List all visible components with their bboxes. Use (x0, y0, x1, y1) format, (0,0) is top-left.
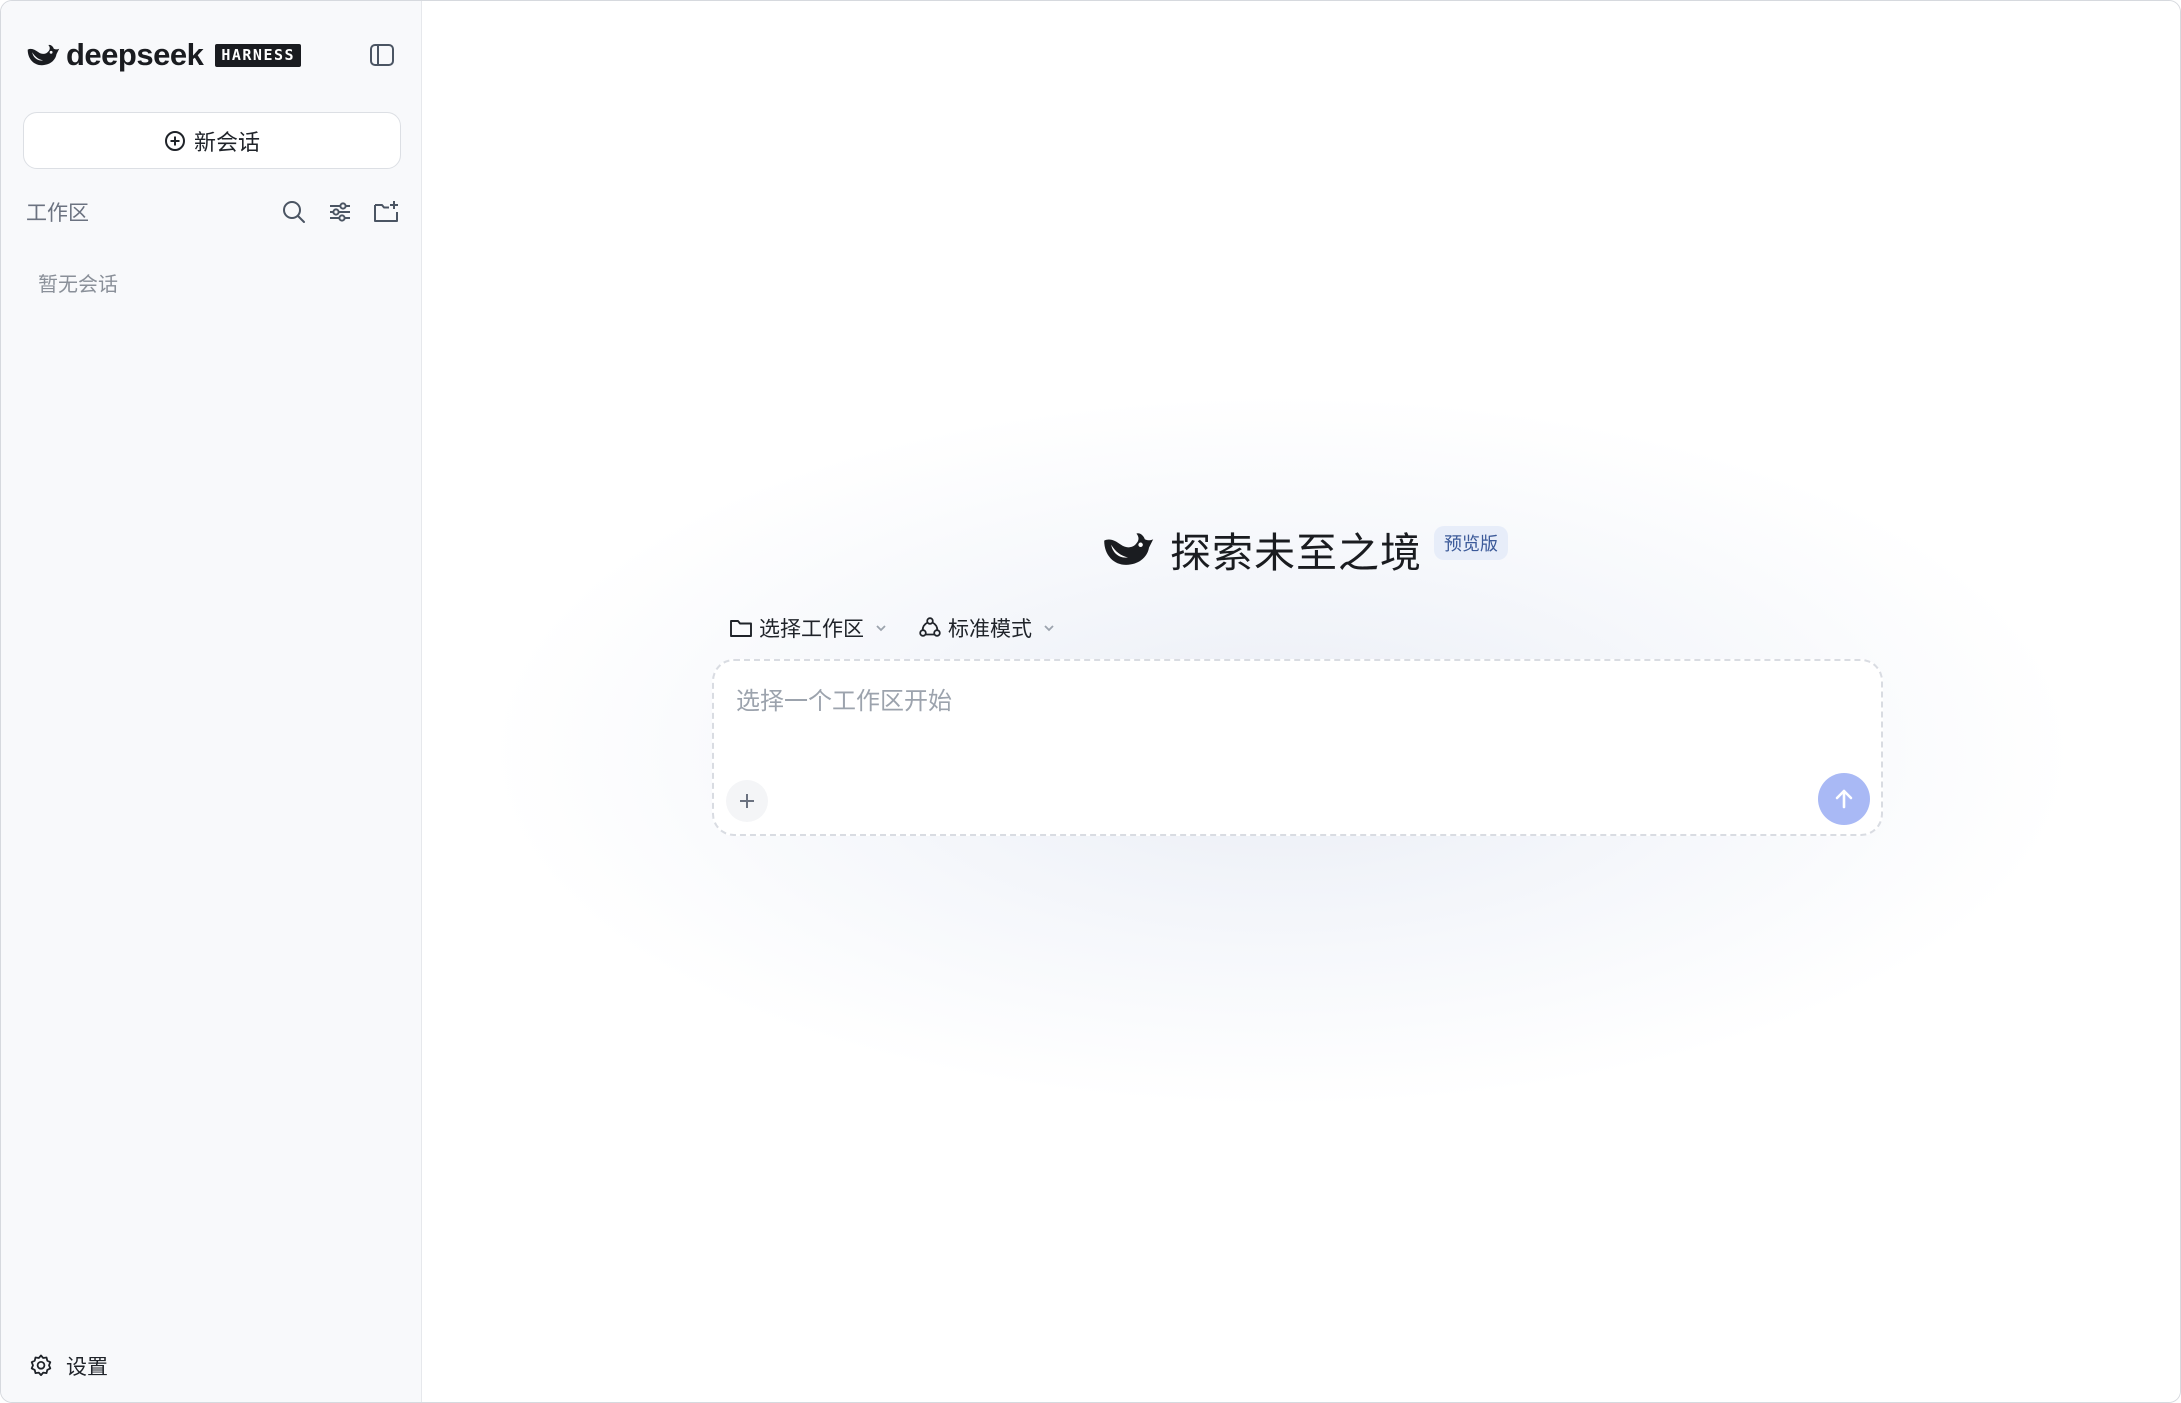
new-folder-icon (374, 201, 398, 222)
mode-select[interactable]: 标准模式 (918, 613, 1056, 643)
hero-heading: 探索未至之境 预览版 (1100, 521, 1508, 577)
gear-icon (30, 1354, 52, 1376)
brand-badge: HARNESS (215, 43, 302, 67)
workspace-tools (279, 197, 401, 227)
sidebar-toggle-icon (370, 44, 394, 66)
brand-logo: deepseek HARNESS (25, 37, 302, 73)
arrow-up-icon (1835, 789, 1853, 809)
send-button[interactable] (1818, 773, 1870, 825)
plus-icon (740, 794, 754, 808)
app-window: deepseek HARNESS 新会话 工作区 暂无会话 设置 探索未至之境 … (0, 0, 2181, 1403)
workspace-label: 工作区 (26, 202, 89, 225)
attach-button[interactable] (726, 780, 768, 822)
folder-icon (730, 620, 752, 637)
chat-input[interactable] (736, 681, 1856, 741)
brand-name: deepseek (66, 37, 204, 72)
workspace-select-label: 选择工作区 (759, 618, 864, 641)
empty-sessions-text: 暂无会话 (38, 274, 118, 296)
add-workspace-button[interactable] (371, 197, 401, 227)
chevron-down-icon (1044, 625, 1054, 632)
filter-button[interactable] (325, 197, 355, 227)
plus-circle-icon (164, 130, 185, 151)
new-chat-button[interactable]: 新会话 (23, 112, 401, 169)
workspace-header: 工作区 (26, 197, 401, 227)
sliders-icon (330, 202, 350, 222)
chat-composer (712, 659, 1883, 836)
sidebar: deepseek HARNESS 新会话 工作区 暂无会话 设置 (1, 1, 422, 1402)
settings-button[interactable]: 设置 (28, 1351, 108, 1381)
settings-label: 设置 (66, 1356, 108, 1379)
mode-icon (919, 617, 941, 637)
preview-badge: 预览版 (1434, 526, 1508, 560)
new-chat-label: 新会话 (193, 129, 260, 155)
main-area: 探索未至之境 预览版 选择工作区 标准模式 (422, 1, 2180, 1402)
whale-logo-icon (1104, 533, 1154, 565)
whale-logo-icon (27, 44, 60, 66)
workspace-select[interactable]: 选择工作区 (729, 613, 888, 643)
composer-options: 选择工作区 标准模式 (729, 613, 1056, 643)
mode-select-label: 标准模式 (948, 618, 1032, 641)
search-icon (283, 201, 305, 223)
page-title: 探索未至之境 (1170, 530, 1422, 576)
sidebar-toggle-button[interactable] (367, 40, 397, 70)
search-button[interactable] (279, 197, 309, 227)
chevron-down-icon (876, 625, 886, 632)
